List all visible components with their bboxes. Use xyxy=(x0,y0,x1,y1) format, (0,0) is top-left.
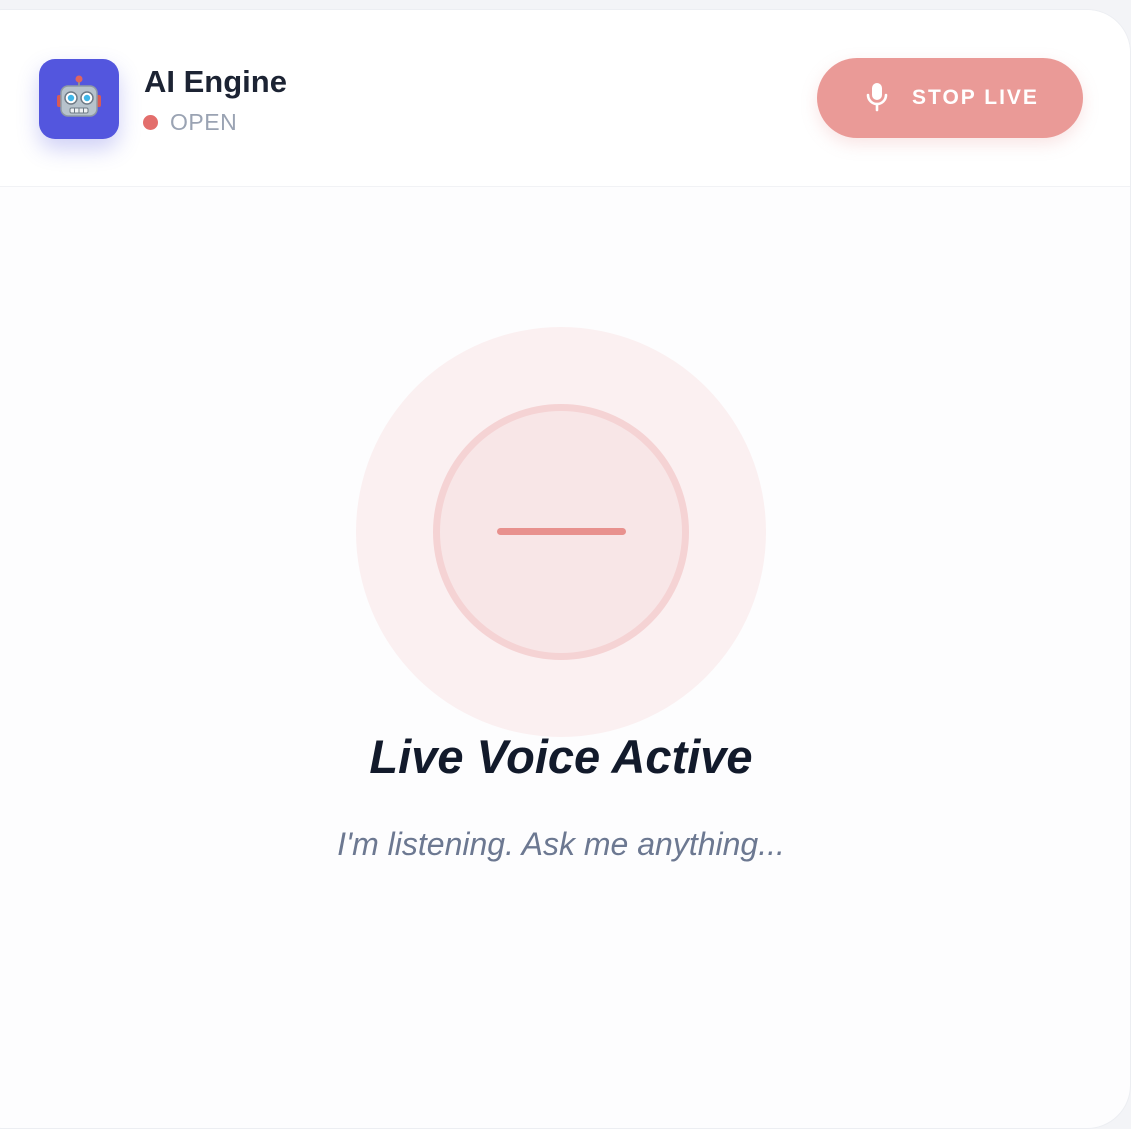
ai-avatar xyxy=(39,59,119,139)
engine-title: AI Engine xyxy=(144,64,287,99)
live-voice-title: Live Voice Active xyxy=(369,730,753,783)
voice-level-bar xyxy=(497,528,626,535)
voice-panel: AI Engine OPEN STOP LIVE Live Voice Acti… xyxy=(0,9,1131,1129)
listening-prompt: I'm listening. Ask me anything... xyxy=(337,826,785,862)
header-bar: AI Engine OPEN STOP LIVE xyxy=(0,10,1130,187)
microphone-icon xyxy=(866,83,888,112)
stop-live-label: STOP LIVE xyxy=(912,86,1039,109)
stop-live-button[interactable]: STOP LIVE xyxy=(817,58,1083,138)
connection-status: OPEN xyxy=(170,109,238,135)
status-dot xyxy=(143,115,158,130)
robot-face-icon xyxy=(57,75,101,117)
